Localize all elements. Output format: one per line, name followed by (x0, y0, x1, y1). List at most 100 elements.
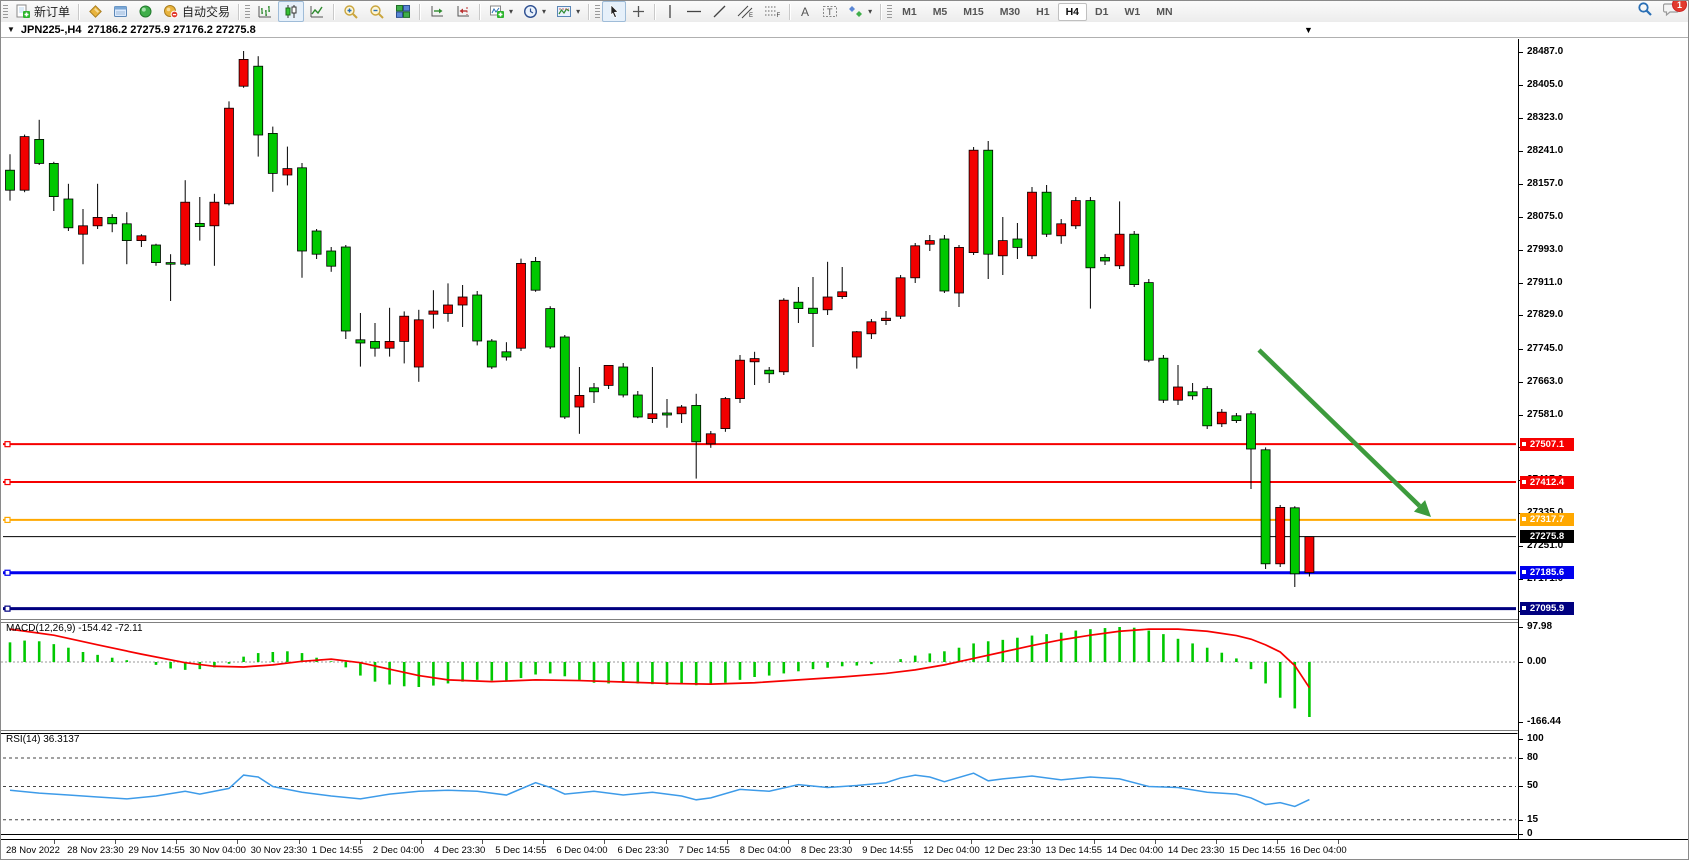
zoom-in-icon (343, 4, 359, 20)
zoom-in-button[interactable] (338, 1, 364, 22)
time-label[interactable]: 7 Dec 14:55 (679, 845, 730, 856)
rsi-pane[interactable] (1, 733, 1518, 839)
chart-shift-button[interactable] (450, 1, 476, 22)
support-line-1-handle[interactable] (5, 570, 10, 575)
time-label[interactable]: 28 Nov 2022 (6, 845, 60, 856)
chevron-down-icon[interactable]: ▾ (576, 7, 580, 16)
resistance-line-1-handle[interactable] (5, 442, 10, 447)
time-label[interactable]: 9 Dec 14:55 (862, 845, 913, 856)
timeframe-m5[interactable]: M5 (925, 3, 956, 21)
resistance-line-2-handle[interactable] (5, 480, 10, 485)
chat-icon[interactable]: 1 (1663, 1, 1680, 22)
support-line-2-handle[interactable] (5, 606, 10, 611)
toolbar-grip[interactable] (245, 5, 250, 19)
time-label[interactable]: 5 Dec 14:55 (495, 845, 546, 856)
time-label[interactable]: 12 Dec 04:00 (923, 845, 980, 856)
candle-1 (20, 135, 29, 193)
zoom-out-button[interactable] (364, 1, 390, 22)
main-chart-pane[interactable] (1, 39, 1518, 618)
toolbar-grip[interactable] (887, 5, 892, 19)
support-line-2-price-label[interactable]: 27095.9 (1520, 602, 1574, 615)
arrows-button[interactable]: ▾ (843, 1, 877, 22)
timeframe-h1[interactable]: H1 (1028, 3, 1057, 21)
text-label-button[interactable]: T (817, 1, 843, 22)
new-order-button[interactable]: 新订单 (10, 1, 75, 22)
fibonacci-button[interactable]: F (759, 1, 786, 22)
resistance-line-1-price-label[interactable]: 27507.1 (1520, 438, 1574, 451)
time-tick (1216, 840, 1217, 844)
candlestick-chart-button[interactable] (278, 1, 304, 22)
time-label[interactable]: 6 Dec 04:00 (556, 845, 607, 856)
chart-shift-marker[interactable]: ▼ (1304, 25, 1313, 35)
price-tick (1518, 349, 1523, 350)
chevron-down-icon[interactable]: ▾ (868, 7, 872, 16)
timeframe-d1[interactable]: D1 (1087, 3, 1116, 21)
candle-17 (254, 56, 263, 156)
time-label[interactable]: 13 Dec 14:55 (1046, 845, 1103, 856)
market-watch-button[interactable] (83, 1, 108, 22)
chart-collapse-icon[interactable]: ▼ (7, 25, 15, 34)
periods-button[interactable]: ▾ (518, 1, 551, 22)
candle-5 (79, 209, 88, 264)
navigator-button[interactable] (133, 1, 158, 22)
vertical-line-button[interactable] (659, 1, 681, 22)
time-label[interactable]: 16 Dec 04:00 (1290, 845, 1347, 856)
toolbar-grip[interactable] (595, 5, 600, 19)
time-label[interactable]: 14 Dec 23:30 (1168, 845, 1225, 856)
auto-scroll-button[interactable] (424, 1, 450, 22)
candle-16 (239, 51, 248, 88)
chevron-down-icon[interactable]: ▾ (509, 7, 513, 16)
time-tick (421, 840, 422, 844)
toolbar-grip[interactable] (3, 5, 8, 19)
time-label[interactable]: 29 Nov 14:55 (128, 845, 185, 856)
support-line-1-price-label[interactable]: 27185.6 (1520, 566, 1574, 579)
time-label[interactable]: 1 Dec 14:55 (312, 845, 363, 856)
time-label[interactable]: 30 Nov 04:00 (189, 845, 246, 856)
indicators-button[interactable]: ▾ (484, 1, 518, 22)
time-axis[interactable]: 28 Nov 2022 28 Nov 23:30 29 Nov 14:55 30 No… (1, 840, 1689, 860)
price-tick (1518, 546, 1523, 547)
autotrade-button[interactable]: 自动交易 (158, 1, 235, 22)
time-label[interactable]: 14 Dec 04:00 (1107, 845, 1164, 856)
equidistant-channel-button[interactable]: E (732, 1, 759, 22)
bar-chart-button[interactable] (252, 1, 278, 22)
trend-arrow-annotation[interactable] (1259, 350, 1431, 517)
crosshair-button[interactable] (626, 1, 651, 22)
line-chart-button[interactable] (304, 1, 330, 22)
price-tick (1518, 118, 1523, 119)
resistance-line-2-price-label[interactable]: 27412.4 (1520, 476, 1574, 489)
time-label[interactable]: 4 Dec 23:30 (434, 845, 485, 856)
search-icon[interactable] (1637, 1, 1653, 22)
trendline-button[interactable] (707, 1, 732, 22)
chevron-down-icon[interactable]: ▾ (542, 7, 546, 16)
candle-28 (414, 310, 423, 382)
timeframe-w1[interactable]: W1 (1116, 3, 1148, 21)
time-label[interactable]: 12 Dec 23:30 (984, 845, 1041, 856)
text-button[interactable]: A (794, 1, 817, 22)
cursor-button[interactable] (602, 1, 626, 22)
time-label[interactable]: 2 Dec 04:00 (373, 845, 424, 856)
time-label[interactable]: 8 Dec 04:00 (740, 845, 791, 856)
timeframe-mn[interactable]: MN (1148, 3, 1180, 21)
timeframe-m15[interactable]: M15 (955, 3, 991, 21)
bid-price-line-price-label[interactable]: 27275.8 (1520, 530, 1574, 543)
timeframe-m30[interactable]: M30 (992, 3, 1028, 21)
time-tick (727, 840, 728, 844)
pivot-line-price-label[interactable]: 27317.7 (1520, 513, 1574, 526)
candles-icon (283, 4, 299, 19)
timeframe-h4[interactable]: H4 (1058, 3, 1087, 21)
candle-42 (619, 363, 628, 397)
pivot-line-handle[interactable] (5, 517, 10, 522)
data-window-button[interactable] (108, 1, 133, 22)
templates-button[interactable]: ▾ (551, 1, 585, 22)
tile-windows-button[interactable] (390, 1, 416, 22)
time-label[interactable]: 28 Nov 23:30 (67, 845, 124, 856)
candle-26 (385, 308, 394, 357)
macd-pane[interactable] (1, 623, 1518, 729)
time-label[interactable]: 8 Dec 23:30 (801, 845, 852, 856)
horizontal-line-button[interactable] (681, 1, 707, 22)
time-label[interactable]: 15 Dec 14:55 (1229, 845, 1286, 856)
time-label[interactable]: 6 Dec 23:30 (618, 845, 669, 856)
timeframe-m1[interactable]: M1 (894, 3, 925, 21)
time-label[interactable]: 30 Nov 23:30 (251, 845, 308, 856)
